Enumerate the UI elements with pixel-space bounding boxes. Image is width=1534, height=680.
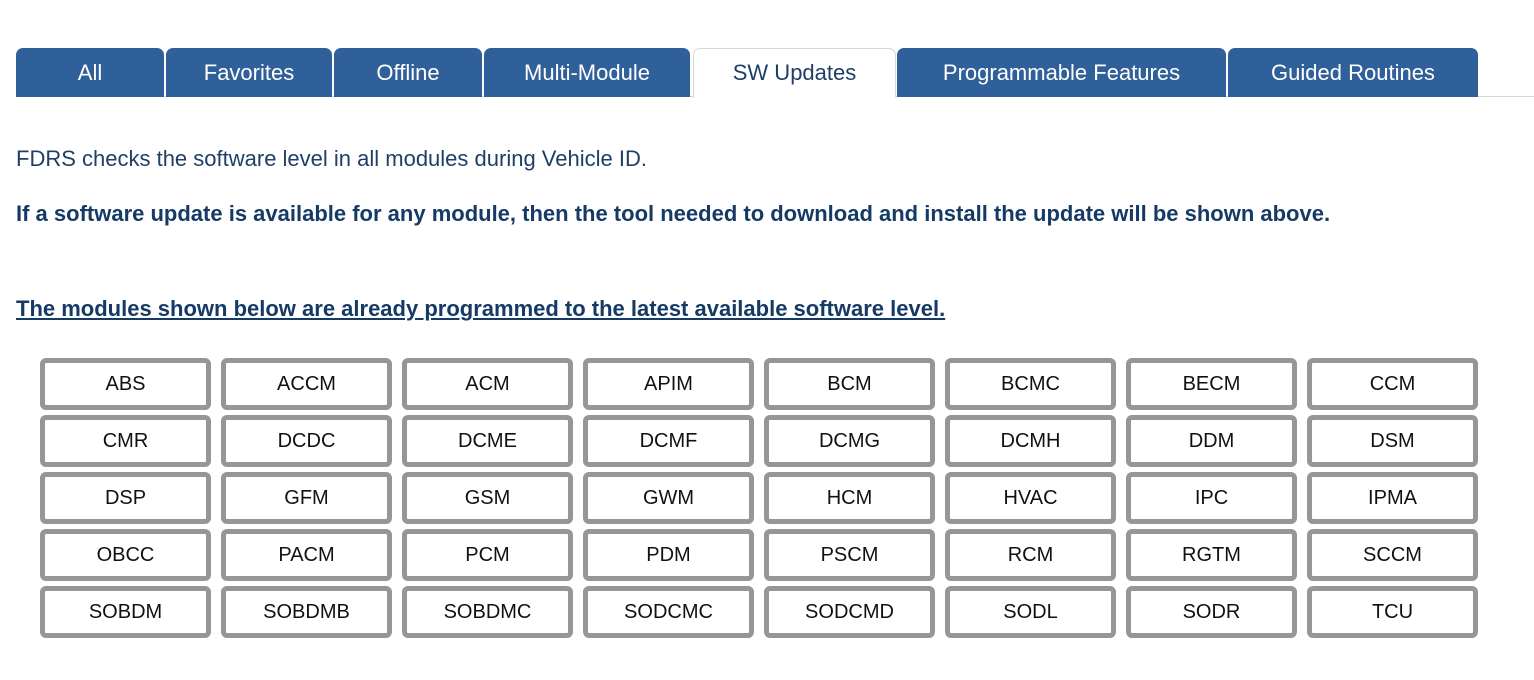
module-button-dcmh[interactable]: DCMH — [945, 415, 1116, 467]
module-button-cmr[interactable]: CMR — [40, 415, 211, 467]
module-button-sodcmc[interactable]: SODCMC — [583, 586, 754, 638]
module-button-dsp[interactable]: DSP — [40, 472, 211, 524]
module-button-bcmc[interactable]: BCMC — [945, 358, 1116, 410]
module-button-ddm[interactable]: DDM — [1126, 415, 1297, 467]
module-button-ipma[interactable]: IPMA — [1307, 472, 1478, 524]
module-button-gwm[interactable]: GWM — [583, 472, 754, 524]
module-button-pacm[interactable]: PACM — [221, 529, 392, 581]
latest-modules-heading: The modules shown below are already prog… — [16, 296, 946, 321]
module-button-becm[interactable]: BECM — [1126, 358, 1297, 410]
module-button-rcm[interactable]: RCM — [945, 529, 1116, 581]
update-notice-text: If a software update is available for an… — [16, 201, 1331, 226]
tab-favorites[interactable]: Favorites — [166, 48, 332, 97]
module-button-pdm[interactable]: PDM — [583, 529, 754, 581]
tab-all[interactable]: All — [16, 48, 164, 97]
module-button-sobdmb[interactable]: SOBDMB — [221, 586, 392, 638]
module-button-dsm[interactable]: DSM — [1307, 415, 1478, 467]
module-button-dcdc[interactable]: DCDC — [221, 415, 392, 467]
module-button-tcu[interactable]: TCU — [1307, 586, 1478, 638]
tab-multi-module[interactable]: Multi-Module — [484, 48, 690, 97]
module-button-hvac[interactable]: HVAC — [945, 472, 1116, 524]
module-button-dcme[interactable]: DCME — [402, 415, 573, 467]
module-grid: ABS ACCM ACM APIM BCM BCMC BECM CCM CMR DCDC DCME D… — [40, 358, 1480, 638]
module-button-sccm[interactable]: SCCM — [1307, 529, 1478, 581]
module-button-ccm[interactable]: CCM — [1307, 358, 1478, 410]
module-button-dcmg[interactable]: DCMG — [764, 415, 935, 467]
module-button-dcmf[interactable]: DCMF — [583, 415, 754, 467]
module-button-abs[interactable]: ABS — [40, 358, 211, 410]
tab-programmable-features[interactable]: Programmable Features — [897, 48, 1226, 97]
module-button-pscm[interactable]: PSCM — [764, 529, 935, 581]
module-button-rgtm[interactable]: RGTM — [1126, 529, 1297, 581]
tab-guided-routines[interactable]: Guided Routines — [1228, 48, 1478, 97]
module-button-acm[interactable]: ACM — [402, 358, 573, 410]
module-button-accm[interactable]: ACCM — [221, 358, 392, 410]
module-button-sobdm[interactable]: SOBDM — [40, 586, 211, 638]
module-button-sodr[interactable]: SODR — [1126, 586, 1297, 638]
module-button-ipc[interactable]: IPC — [1126, 472, 1297, 524]
module-button-pcm[interactable]: PCM — [402, 529, 573, 581]
module-button-hcm[interactable]: HCM — [764, 472, 935, 524]
module-button-obcc[interactable]: OBCC — [40, 529, 211, 581]
module-button-sobdmc[interactable]: SOBDMC — [402, 586, 573, 638]
tab-offline[interactable]: Offline — [334, 48, 482, 97]
module-button-bcm[interactable]: BCM — [764, 358, 935, 410]
module-button-gsm[interactable]: GSM — [402, 472, 573, 524]
module-button-sodl[interactable]: SODL — [945, 586, 1116, 638]
intro-text: FDRS checks the software level in all mo… — [16, 146, 647, 171]
module-button-sodcmd[interactable]: SODCMD — [764, 586, 935, 638]
tab-bar: All Favorites Offline Multi-Module SW Up… — [16, 48, 1534, 98]
module-button-gfm[interactable]: GFM — [221, 472, 392, 524]
module-button-apim[interactable]: APIM — [583, 358, 754, 410]
tab-sw-updates[interactable]: SW Updates — [693, 48, 896, 98]
